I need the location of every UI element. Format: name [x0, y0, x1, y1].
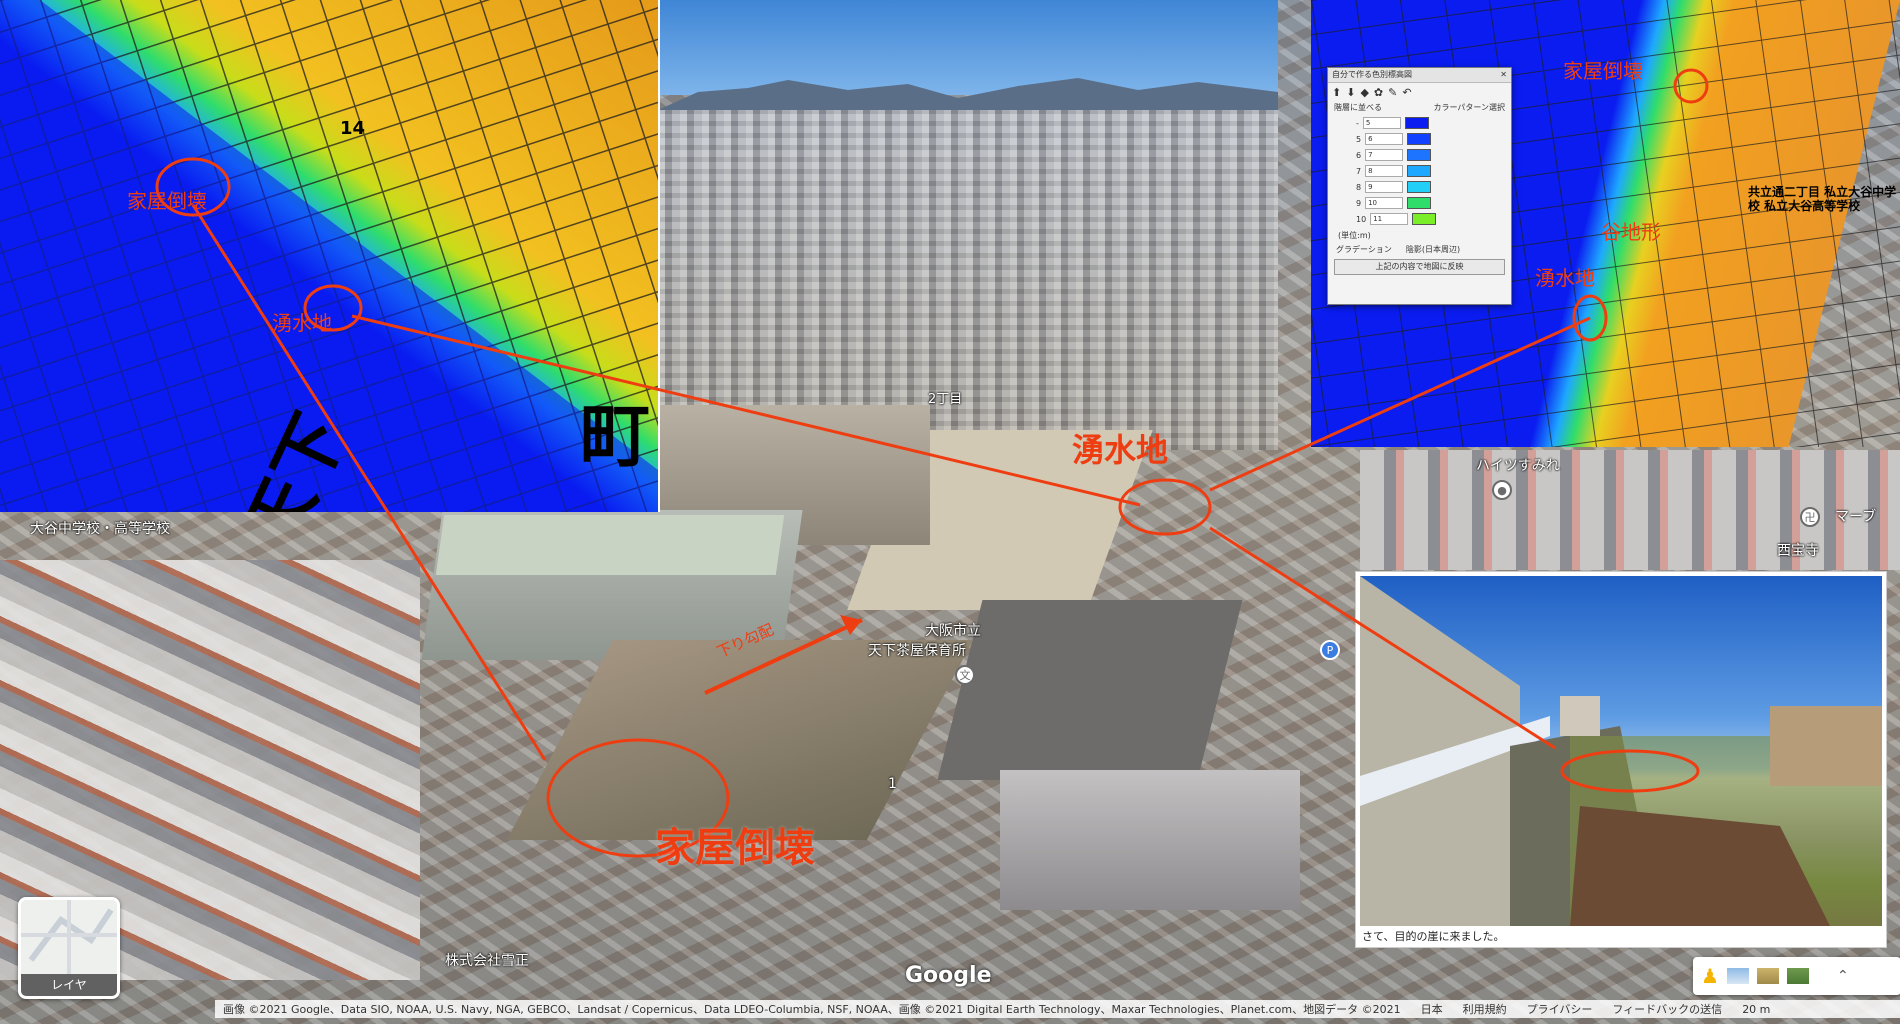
pegman-icon[interactable]: ♟ [1701, 964, 1719, 988]
layers-label: レイヤ [21, 974, 117, 996]
view-controls: ♟ ⌃ [1693, 957, 1900, 995]
imagery-thumb-3-icon[interactable] [1786, 968, 1809, 984]
scale-label[interactable]: 20 m [1742, 1003, 1770, 1016]
annotation-lines [191, 204, 1591, 858]
layers-button[interactable]: レイヤ [18, 897, 120, 999]
chevron-up-icon[interactable]: ⌃ [1837, 968, 1849, 984]
layers-thumbnail-icon [21, 900, 117, 974]
feedback-link[interactable]: フィードバックの送信 [1612, 1001, 1722, 1017]
spring-label-main: 湧水地 [1072, 431, 1169, 469]
attribution-text: 画像 ©2021 Google、Data SIO, NOAA, U.S. Nav… [223, 1003, 1401, 1016]
country-link[interactable]: 日本 [1421, 1001, 1443, 1017]
privacy-link[interactable]: プライバシー [1527, 1001, 1593, 1017]
terms-link[interactable]: 利用規約 [1463, 1001, 1507, 1017]
collapse-label-main: 家屋倒壊 [655, 825, 815, 871]
imagery-thumb-2-icon[interactable] [1756, 968, 1779, 984]
attribution-bar: 画像 ©2021 Google、Data SIO, NOAA, U.S. Nav… [215, 1000, 1900, 1018]
imagery-thumb-1-icon[interactable] [1726, 968, 1749, 984]
google-logo: Google [905, 963, 992, 988]
